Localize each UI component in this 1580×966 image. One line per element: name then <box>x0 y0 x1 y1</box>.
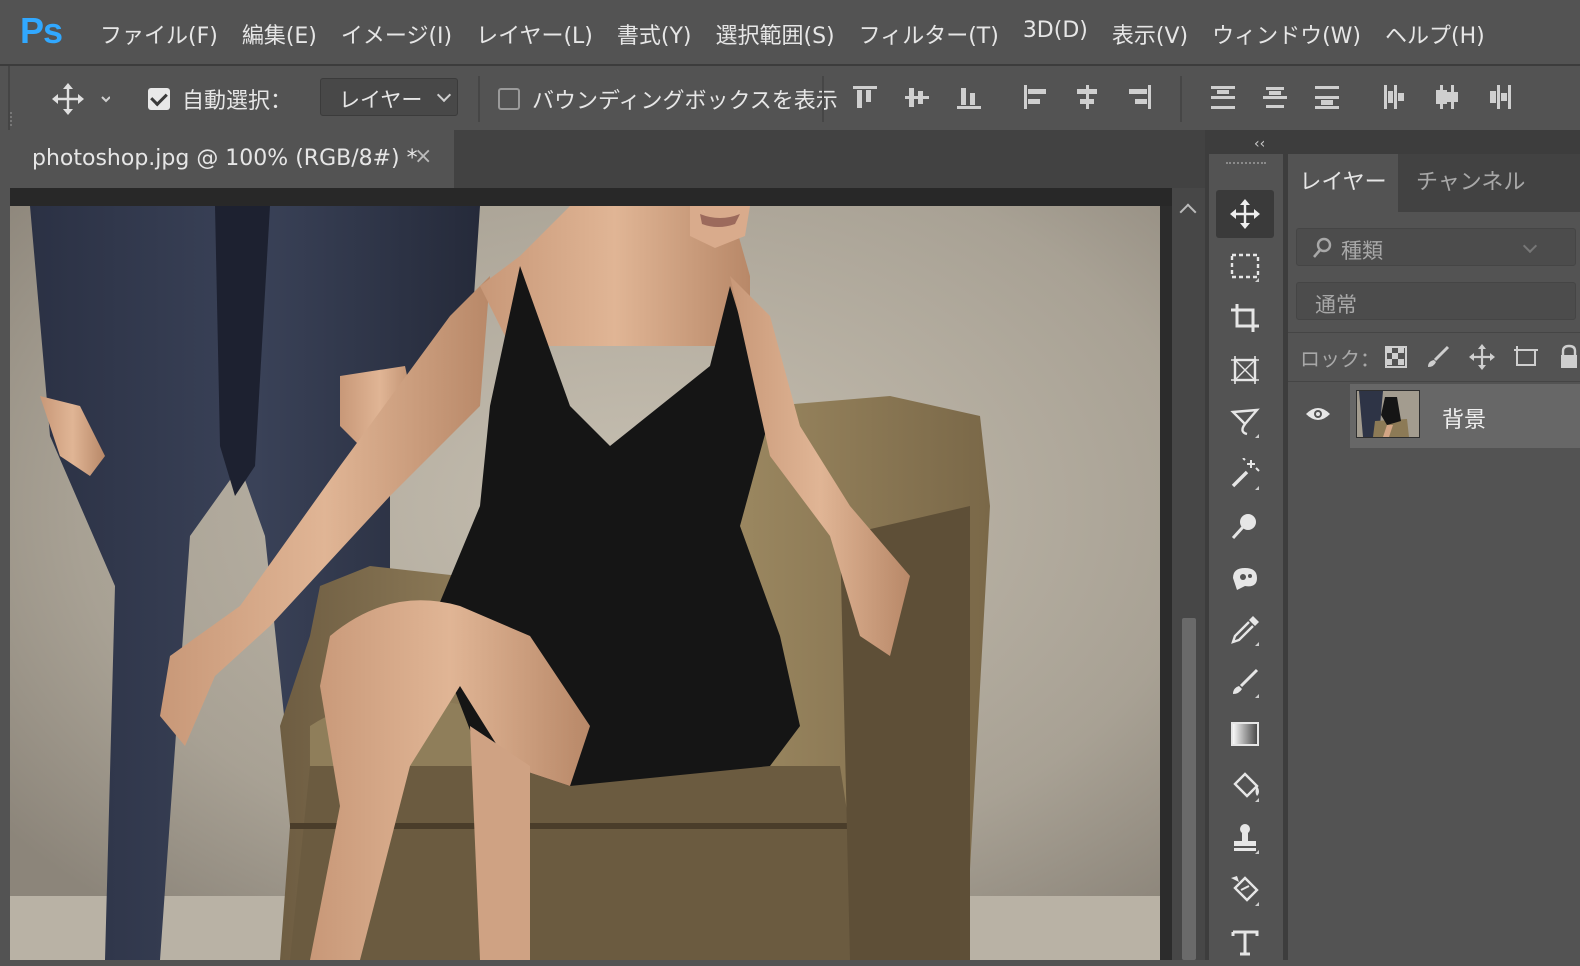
lock-position-icon[interactable] <box>1468 343 1496 371</box>
layer-row[interactable]: 背景 <box>1288 384 1580 448</box>
distribute-right-icon[interactable] <box>1484 82 1514 112</box>
bounding-box-label: バウンディングボックスを表示 <box>532 89 838 114</box>
options-bar: 自動選択： レイヤー バウンディングボックスを表示 <box>8 66 1580 130</box>
stamp-tool-icon[interactable] <box>1216 814 1274 862</box>
layer-filter-dropdown[interactable]: 種類 <box>1296 228 1576 266</box>
layer-body[interactable]: 背景 <box>1350 384 1580 448</box>
chevron-down-icon <box>1522 238 1538 254</box>
menu-items: ファイル(F) 編集(E) イメージ(I) レイヤー(L) 書式(Y) 選択範囲… <box>88 14 1497 54</box>
tools-grip[interactable] <box>1226 162 1266 170</box>
canvas-pasteboard <box>10 188 1205 206</box>
document-tab[interactable]: photoshop.jpg @ 100% (RGB/8#) * × <box>10 130 454 188</box>
document-tab-title: photoshop.jpg @ 100% (RGB/8#) * <box>32 146 418 171</box>
brush-tool-icon[interactable] <box>1216 658 1274 706</box>
menu-edit[interactable]: 編集(E) <box>230 14 329 54</box>
scrollbar-thumb[interactable] <box>1182 618 1196 960</box>
options-divider <box>478 76 480 122</box>
menu-help[interactable]: ヘルプ(H) <box>1373 14 1497 54</box>
layer-thumbnail <box>1356 390 1420 438</box>
gradient-tool-icon[interactable] <box>1216 710 1274 758</box>
menu-select[interactable]: 選択範囲(S) <box>704 14 847 54</box>
eraser-bucket-tool-icon[interactable] <box>1216 866 1274 914</box>
search-icon <box>1313 237 1332 258</box>
move-options-icon[interactable] <box>50 82 111 116</box>
move-tool-icon[interactable] <box>1216 190 1274 238</box>
align-right-icon[interactable] <box>1124 82 1154 112</box>
distribute-left-icon[interactable] <box>1380 82 1410 112</box>
lock-image-pixels-icon[interactable] <box>1426 345 1450 369</box>
document-image[interactable] <box>10 206 1160 960</box>
distribute-vertical-center-icon[interactable] <box>1260 82 1290 112</box>
vertical-scrollbar[interactable] <box>1172 188 1205 960</box>
align-bottom-icon[interactable] <box>954 82 984 112</box>
menu-3d[interactable]: 3D(D) <box>1011 14 1100 54</box>
menu-type[interactable]: 書式(Y) <box>605 14 704 54</box>
layer-filter-label: 種類 <box>1341 239 1383 263</box>
collapse-panels-icon[interactable]: ‹‹ <box>1254 136 1265 152</box>
marquee-tool-icon[interactable] <box>1216 242 1274 290</box>
lock-transparent-pixels-icon[interactable] <box>1384 345 1408 369</box>
menu-view[interactable]: 表示(V) <box>1100 14 1200 54</box>
crop-tool-icon[interactable] <box>1216 294 1274 342</box>
auto-select-checkbox[interactable] <box>148 88 170 110</box>
align-left-icon[interactable] <box>1020 82 1050 112</box>
layers-panel: レイヤー チャンネル 種類 通常 ロック： 背景 <box>1288 154 1580 960</box>
menu-filter[interactable]: フィルター(T) <box>847 14 1011 54</box>
tab-layers[interactable]: レイヤー <box>1288 154 1398 212</box>
panel-tabs: レイヤー チャンネル <box>1288 154 1580 212</box>
magic-wand-tool-icon[interactable] <box>1216 450 1274 498</box>
blend-mode-dropdown[interactable]: 通常 <box>1296 282 1576 320</box>
close-icon[interactable]: × <box>414 144 432 169</box>
chevron-down-icon <box>436 87 452 103</box>
align-horizontal-center-icon[interactable] <box>1072 82 1102 112</box>
distribute-bottom-icon[interactable] <box>1312 82 1342 112</box>
lock-label: ロック： <box>1300 347 1380 371</box>
lock-all-icon[interactable] <box>1558 343 1580 371</box>
document-tab-bar: photoshop.jpg @ 100% (RGB/8#) * × <box>10 130 1205 188</box>
scroll-up-icon[interactable] <box>1179 203 1197 221</box>
quick-selection-tool-icon[interactable] <box>1216 502 1274 550</box>
menu-layer[interactable]: レイヤー(L) <box>464 14 605 54</box>
photo-illustration <box>10 206 1160 960</box>
auto-select-target-value: レイヤー <box>339 88 423 112</box>
blend-mode-value: 通常 <box>1315 293 1357 317</box>
canvas-area <box>10 188 1205 960</box>
menu-image[interactable]: イメージ(I) <box>329 14 464 54</box>
align-top-icon[interactable] <box>850 82 880 112</box>
align-vertical-center-icon[interactable] <box>902 82 932 112</box>
paint-bucket-tool-icon[interactable] <box>1216 762 1274 810</box>
lock-artboard-icon[interactable] <box>1512 343 1540 371</box>
menu-bar: Ps ファイル(F) 編集(E) イメージ(I) レイヤー(L) 書式(Y) 選… <box>0 0 1580 64</box>
bounding-box-group: バウンディングボックスを表示 <box>498 82 838 116</box>
layer-visibility-toggle[interactable] <box>1288 384 1348 448</box>
app-logo: Ps <box>20 10 63 51</box>
bounding-box-checkbox[interactable] <box>498 88 520 110</box>
tab-channels[interactable]: チャンネル <box>1406 154 1525 212</box>
type-tool-icon[interactable] <box>1216 918 1274 966</box>
frame-tool-icon[interactable] <box>1216 346 1274 394</box>
menu-window[interactable]: ウィンドウ(W) <box>1200 14 1373 54</box>
options-divider <box>1180 76 1182 122</box>
patch-tool-icon[interactable] <box>1216 554 1274 602</box>
options-bar-grip[interactable] <box>10 112 16 126</box>
distribute-top-icon[interactable] <box>1208 82 1238 112</box>
options-divider <box>822 76 824 122</box>
distribute-horizontal-center-icon[interactable] <box>1432 82 1462 112</box>
lasso-tool-icon[interactable] <box>1216 398 1274 446</box>
menu-file[interactable]: ファイル(F) <box>88 14 230 54</box>
auto-select-target-dropdown[interactable]: レイヤー <box>320 78 458 116</box>
eye-icon <box>1306 408 1330 420</box>
eyedropper-tool-icon[interactable] <box>1216 606 1274 654</box>
lock-row: ロック： <box>1288 332 1580 382</box>
layer-name: 背景 <box>1442 408 1487 433</box>
auto-select-group: 自動選択： <box>148 82 292 116</box>
auto-select-label: 自動選択： <box>182 89 293 114</box>
